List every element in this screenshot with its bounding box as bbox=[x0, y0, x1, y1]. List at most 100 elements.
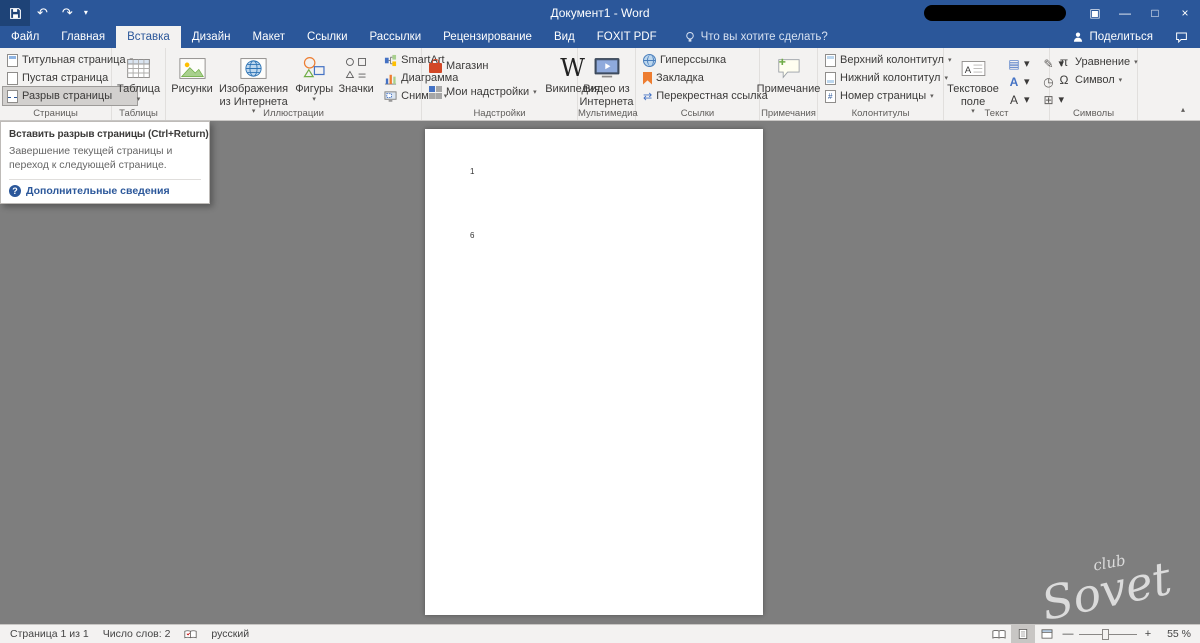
zoom-slider-thumb[interactable] bbox=[1102, 629, 1110, 640]
redo-button[interactable]: ↷ bbox=[55, 0, 80, 26]
text-box-button[interactable]: A Текстовое поле ▾ bbox=[947, 51, 999, 116]
tab-insert[interactable]: Вставка bbox=[116, 26, 181, 48]
caret-down-icon: ▾ bbox=[930, 93, 934, 100]
document-area: Вставить разрыв страницы (Ctrl+Return) З… bbox=[0, 121, 1200, 624]
equation-button[interactable]: π Уравнение ▾ bbox=[1053, 53, 1142, 71]
online-video-button[interactable]: Видео из Интернета bbox=[576, 51, 638, 108]
group-label-media: Мультимедиа bbox=[578, 108, 638, 119]
drop-cap-icon: А bbox=[1009, 92, 1018, 107]
print-layout-button[interactable] bbox=[1011, 625, 1035, 643]
store-button[interactable]: Магазин bbox=[425, 57, 541, 75]
group-label-addins: Надстройки bbox=[473, 108, 526, 119]
print-layout-icon bbox=[1018, 629, 1028, 639]
ribbon: Титульная страница ▾ Пустая страница Раз… bbox=[0, 48, 1200, 121]
save-button[interactable] bbox=[0, 0, 30, 26]
minimize-button[interactable]: — bbox=[1110, 0, 1140, 26]
cover-page-icon bbox=[7, 53, 18, 67]
text-box-label: Текстовое поле bbox=[947, 83, 999, 108]
tooltip-body: Завершение текущей страницы и переход к … bbox=[9, 145, 173, 171]
zoom-slider[interactable] bbox=[1079, 625, 1137, 643]
maximize-button[interactable]: □ bbox=[1140, 0, 1170, 26]
page-indicator[interactable]: Страница 1 из 1 bbox=[3, 625, 96, 643]
collapse-ribbon-button[interactable]: ▴ bbox=[1176, 103, 1190, 116]
close-button[interactable]: × bbox=[1170, 0, 1200, 26]
group-label-illustrations: Иллюстрации bbox=[263, 108, 324, 119]
quick-parts-icon: ▤ bbox=[1008, 56, 1020, 71]
shapes-icon bbox=[303, 56, 325, 78]
titlebar-controls: ▣ — □ × bbox=[924, 0, 1200, 26]
group-illustrations: Рисунки Изображения из Интернета ▾ Фигур… bbox=[166, 48, 458, 120]
document-text-1: 1 bbox=[470, 167, 475, 176]
tab-mailings[interactable]: Рассылки bbox=[359, 26, 433, 48]
tab-layout[interactable]: Макет bbox=[241, 26, 296, 48]
quick-parts-button[interactable]: ▤ ▾ bbox=[1005, 55, 1032, 72]
sovet-watermark: club Sovet bbox=[1035, 542, 1176, 624]
caret-down-icon: ▾ bbox=[1024, 76, 1030, 88]
group-tables: Таблица ▾ Таблицы bbox=[112, 48, 166, 120]
wordart-button[interactable]: А ▾ bbox=[1005, 73, 1032, 90]
language-indicator[interactable]: русский bbox=[204, 625, 256, 643]
undo-button[interactable]: ↶ bbox=[30, 0, 55, 26]
page-number-button[interactable]: Номер страницы ▾ bbox=[821, 87, 955, 105]
tooltip-help-label: Дополнительные сведения bbox=[26, 185, 170, 198]
header-label: Верхний колонтитул bbox=[840, 54, 944, 66]
pictures-button[interactable]: Рисунки bbox=[169, 51, 215, 107]
tab-file[interactable]: Файл bbox=[0, 26, 50, 48]
zoom-in-button[interactable]: + bbox=[1139, 628, 1157, 640]
group-label-comments: Примечания bbox=[761, 108, 816, 119]
caret-down-icon: ▾ bbox=[1024, 58, 1030, 70]
group-addins: Магазин Мои надстройки ▾ W Википедия Над… bbox=[422, 48, 600, 120]
icons-button[interactable]: Значки bbox=[336, 51, 376, 107]
hyperlink-icon bbox=[643, 53, 656, 67]
header-icon bbox=[825, 53, 836, 67]
tab-foxit-pdf[interactable]: FOXIT PDF bbox=[586, 26, 668, 48]
shapes-button[interactable]: Фигуры ▾ bbox=[292, 51, 336, 107]
pictures-label: Рисунки bbox=[171, 83, 213, 95]
bookmark-label: Закладка bbox=[656, 72, 704, 84]
table-button[interactable]: Таблица ▾ bbox=[113, 51, 164, 107]
online-pictures-button[interactable]: Изображения из Интернета ▾ bbox=[215, 51, 292, 116]
footer-button[interactable]: Нижний колонтитул ▾ bbox=[821, 69, 955, 87]
group-label-header-footer: Колонтитулы bbox=[851, 108, 910, 119]
tab-home[interactable]: Главная bbox=[50, 26, 116, 48]
qat-customize-button[interactable]: ▾ bbox=[80, 0, 92, 26]
ribbon-display-options-button[interactable]: ▣ bbox=[1080, 0, 1110, 26]
new-comment-button[interactable]: Примечание bbox=[753, 51, 825, 107]
group-label-symbols: Символы bbox=[1072, 108, 1115, 119]
online-pictures-icon bbox=[240, 57, 267, 79]
zoom-level[interactable]: 55 % bbox=[1157, 628, 1197, 640]
header-button[interactable]: Верхний колонтитул ▾ bbox=[821, 51, 955, 69]
caret-down-icon: ▾ bbox=[136, 95, 141, 103]
new-comment-icon bbox=[778, 58, 800, 79]
symbol-button[interactable]: Ω Символ ▾ bbox=[1053, 71, 1142, 89]
word-count[interactable]: Число слов: 2 bbox=[96, 625, 178, 643]
equation-icon: π bbox=[1059, 55, 1069, 69]
proofing-status-button[interactable] bbox=[177, 625, 204, 643]
drop-cap-button[interactable]: А ▾ bbox=[1005, 91, 1032, 108]
tab-review[interactable]: Рецензирование bbox=[432, 26, 543, 48]
document-page[interactable]: 1 6 bbox=[425, 129, 763, 615]
group-label-tables: Таблицы bbox=[119, 108, 158, 119]
read-mode-button[interactable] bbox=[987, 625, 1011, 643]
tab-design[interactable]: Дизайн bbox=[181, 26, 242, 48]
share-label: Поделиться bbox=[1089, 31, 1153, 43]
smartart-icon bbox=[385, 54, 397, 66]
my-addins-button[interactable]: Мои надстройки ▾ bbox=[425, 83, 541, 101]
comments-button[interactable] bbox=[1163, 26, 1200, 48]
web-layout-button[interactable] bbox=[1035, 625, 1059, 643]
caret-down-icon: ▾ bbox=[1024, 94, 1030, 106]
zoom-out-button[interactable]: — bbox=[1059, 628, 1077, 640]
group-pages: Титульная страница ▾ Пустая страница Раз… bbox=[0, 48, 139, 120]
group-label-links: Ссылки bbox=[680, 108, 715, 119]
share-button[interactable]: Поделиться bbox=[1062, 26, 1163, 48]
tab-view[interactable]: Вид bbox=[543, 26, 586, 48]
group-media: Видео из Интернета Мультимедиа bbox=[576, 48, 638, 120]
tell-me-box[interactable]: Что вы хотите сделать? bbox=[684, 26, 828, 48]
tooltip-help-link[interactable]: ? Дополнительные сведения bbox=[9, 179, 201, 198]
group-text: A Текстовое поле ▾ ▤ ▾ ✎ ▾ А ▾ ◷ А ▾ ⊞ ▾… bbox=[944, 48, 1064, 120]
proofing-book-icon bbox=[184, 629, 197, 638]
tab-references[interactable]: Ссылки bbox=[296, 26, 359, 48]
group-comments: Примечание Примечания bbox=[757, 48, 820, 120]
text-box-icon: A bbox=[961, 60, 985, 76]
new-comment-label: Примечание bbox=[756, 83, 821, 95]
